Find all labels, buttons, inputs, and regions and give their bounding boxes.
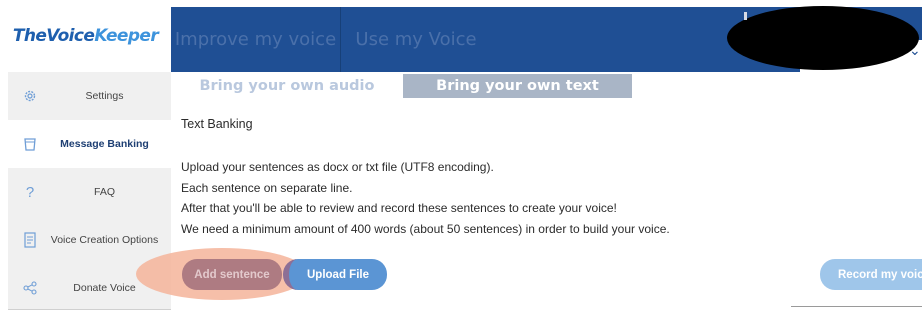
document-icon bbox=[22, 232, 38, 248]
header-mark bbox=[744, 12, 747, 20]
divider bbox=[791, 306, 922, 307]
instruction-line: We need a minimum amount of 400 words (a… bbox=[181, 221, 670, 236]
app-logo[interactable]: TheVoiceKeeper bbox=[0, 0, 171, 72]
instructions: Upload your sentences as docx or txt fil… bbox=[181, 157, 670, 239]
upload-file-button[interactable]: Upload File bbox=[283, 259, 387, 290]
sidebar-item-voice-creation-options[interactable]: Voice Creation Options bbox=[8, 216, 171, 264]
sidebar-item-faq[interactable]: ? FAQ bbox=[8, 168, 171, 216]
sidebar-item-label: Voice Creation Options bbox=[50, 234, 159, 246]
brand-name: TheVoiceKeeper bbox=[12, 26, 159, 46]
tab-bring-your-own-audio[interactable]: Bring your own audio bbox=[171, 74, 403, 98]
instruction-line: After that you'll be able to review and … bbox=[181, 201, 617, 215]
sidebar-item-label: FAQ bbox=[93, 186, 115, 198]
record-my-voice-button[interactable]: Record my voice bbox=[820, 259, 922, 290]
sidebar-item-label: Settings bbox=[85, 90, 124, 102]
section-title: Text Banking bbox=[181, 117, 253, 131]
share-icon bbox=[22, 280, 38, 296]
instruction-line: Upload your sentences as docx or txt fil… bbox=[181, 160, 494, 174]
sidebar-item-message-banking[interactable]: Message Banking bbox=[8, 120, 171, 168]
redacted-user-info bbox=[727, 6, 919, 70]
instruction-line: Each sentence on separate line. bbox=[181, 180, 353, 195]
tab-bring-your-own-text[interactable]: Bring your own text bbox=[403, 74, 632, 98]
gear-icon bbox=[22, 88, 38, 104]
add-sentence-button[interactable]: Add sentence bbox=[182, 259, 282, 290]
sidebar-item-label: Message Banking bbox=[60, 138, 149, 150]
question-icon: ? bbox=[25, 183, 35, 201]
tab-improve-my-voice[interactable]: Improve my voice bbox=[171, 7, 341, 72]
cup-icon bbox=[22, 136, 38, 152]
sidebar-item-settings[interactable]: Settings bbox=[8, 72, 171, 120]
tab-use-my-voice[interactable]: Use my Voice bbox=[341, 7, 491, 72]
